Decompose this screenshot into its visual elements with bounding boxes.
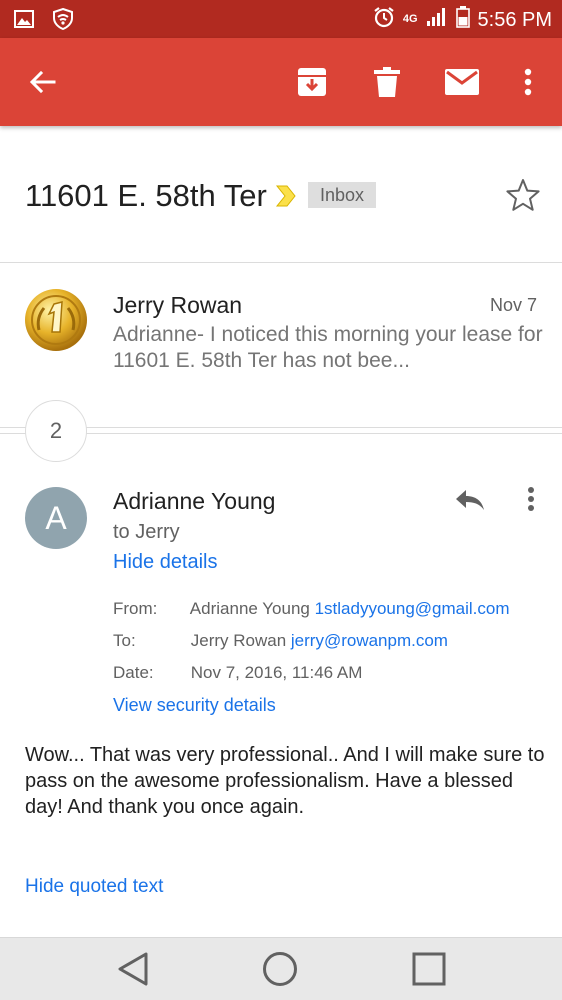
from-email-link[interactable]: 1stladyyoung@gmail.com bbox=[315, 599, 510, 618]
importance-marker-icon[interactable] bbox=[275, 184, 297, 213]
from-label: From: bbox=[113, 599, 158, 618]
hide-quoted-text-link[interactable]: Hide quoted text bbox=[25, 876, 163, 898]
thread-subject: 11601 E. 58th Ter bbox=[25, 178, 267, 213]
clock-time: 5:56 PM bbox=[477, 8, 552, 31]
message-more-button[interactable] bbox=[517, 484, 545, 516]
back-arrow-icon bbox=[29, 70, 56, 94]
hide-details-link[interactable]: Hide details bbox=[113, 551, 218, 574]
message-snippet: Adrianne- I noticed this morning your le… bbox=[113, 323, 543, 372]
square-recents-icon bbox=[412, 952, 446, 986]
mark-unread-button[interactable] bbox=[442, 62, 482, 102]
to-detail-row: To: Jerry Rowan jerry@rowanpm.com bbox=[113, 631, 448, 651]
image-notification-icon bbox=[14, 9, 34, 34]
more-vert-icon bbox=[524, 68, 532, 96]
status-bar: 4G 5:56 PM bbox=[0, 0, 562, 38]
date-value: Nov 7, 2016, 11:46 AM bbox=[190, 663, 363, 682]
nav-back-button[interactable] bbox=[113, 951, 153, 987]
system-nav-bar bbox=[0, 937, 562, 1000]
collapsed-count-button[interactable]: 2 bbox=[25, 400, 87, 462]
alarm-icon bbox=[373, 6, 395, 33]
circle-home-icon bbox=[263, 952, 297, 986]
gold-coin-icon bbox=[25, 289, 87, 351]
inbox-label-chip: Inbox bbox=[308, 182, 377, 208]
message-date: Nov 7 bbox=[489, 295, 537, 315]
app-bar bbox=[0, 38, 562, 126]
battery-icon bbox=[455, 6, 470, 33]
date-label: Date: bbox=[113, 663, 154, 682]
archive-icon bbox=[298, 68, 326, 96]
triangle-back-icon bbox=[118, 952, 148, 986]
delete-button[interactable] bbox=[367, 62, 407, 102]
back-button[interactable] bbox=[22, 62, 62, 102]
to-label: To: bbox=[113, 631, 136, 650]
to-name: Jerry Rowan bbox=[190, 631, 287, 650]
reply-button[interactable] bbox=[450, 484, 490, 516]
from-detail-row: From: Adrianne Young 1stladyyoung@gmail.… bbox=[113, 599, 510, 619]
mark-unread-icon bbox=[445, 69, 479, 95]
avatar bbox=[24, 288, 88, 352]
archive-button[interactable] bbox=[292, 62, 332, 102]
view-security-details-link[interactable]: View security details bbox=[113, 695, 276, 716]
sender-name: Jerry Rowan bbox=[113, 292, 243, 318]
sender-name: Adrianne Young bbox=[113, 488, 276, 514]
nav-recents-button[interactable] bbox=[409, 951, 449, 987]
nav-home-button[interactable] bbox=[260, 951, 300, 987]
to-email-link[interactable]: jerry@rowanpm.com bbox=[291, 631, 448, 650]
more-options-button[interactable] bbox=[508, 62, 548, 102]
star-icon[interactable] bbox=[506, 178, 540, 217]
date-detail-row: Date: Nov 7, 2016, 11:46 AM bbox=[113, 663, 362, 683]
recipient-summary: to Jerry bbox=[113, 521, 180, 543]
message-body: Wow... That was very professional.. And … bbox=[25, 744, 545, 818]
from-name: Adrianne Young bbox=[189, 599, 310, 618]
shield-wifi-icon bbox=[52, 7, 74, 35]
delete-icon bbox=[374, 67, 400, 97]
thread-header: 11601 E. 58th Ter Inbox bbox=[0, 126, 562, 263]
network-type-label: 4G bbox=[402, 13, 418, 25]
avatar: A bbox=[25, 487, 87, 549]
collapsed-message[interactable]: Jerry Rowan Nov 7 Adrianne- I noticed th… bbox=[0, 264, 562, 398]
reply-icon bbox=[456, 490, 484, 510]
signal-icon bbox=[426, 7, 448, 32]
more-vert-icon bbox=[528, 487, 534, 511]
